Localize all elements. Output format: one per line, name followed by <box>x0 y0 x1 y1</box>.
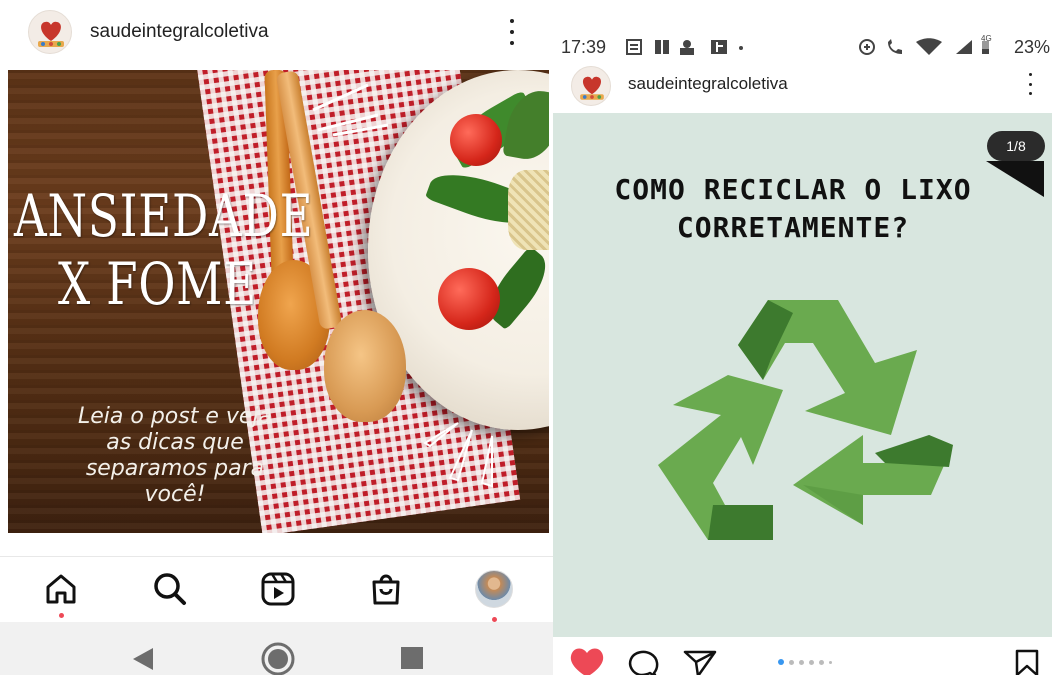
pager-dot-active <box>778 659 784 665</box>
home-notification-dot <box>59 613 64 618</box>
comment-icon[interactable] <box>627 649 659 675</box>
caption-line: as dicas que <box>106 430 244 455</box>
account-avatar[interactable] <box>28 10 72 54</box>
shop-icon <box>372 574 400 605</box>
post-title-line2: X FOME <box>58 250 258 318</box>
carousel-pager <box>778 659 832 665</box>
decorative-triangles <box>423 422 493 488</box>
bookmark-icon[interactable] <box>1014 649 1040 675</box>
home-circle-icon[interactable] <box>261 642 295 675</box>
post-title-line2: CORRETAMENTE? <box>676 211 910 244</box>
reels-icon <box>261 572 295 606</box>
account-avatar[interactable] <box>571 66 611 106</box>
carousel-counter-badge: 1/8 <box>987 131 1045 161</box>
back-icon[interactable] <box>131 646 155 672</box>
decorative-strokes <box>312 83 389 137</box>
post-actions-bar <box>553 637 1052 675</box>
recycle-icon <box>658 300 953 540</box>
account-username[interactable]: saudeintegralcoletiva <box>628 74 788 94</box>
pager-dot <box>819 659 824 665</box>
caption-line: separamos para <box>85 456 265 481</box>
heart-icon[interactable] <box>569 647 605 675</box>
account-username[interactable]: saudeintegralcoletiva <box>90 21 269 43</box>
post-title-line1: COMO RECICLAR O LIXO <box>614 173 972 206</box>
pager-dot <box>789 659 794 665</box>
post-image-ansiedade[interactable]: ANSIEDADE X FOME Leia o post e veja as d… <box>8 70 549 533</box>
more-options-icon[interactable] <box>1026 73 1034 95</box>
search-tab[interactable] <box>150 569 190 609</box>
tomato <box>438 268 500 330</box>
post-caption: Leia o post e veja as dicas que separamo… <box>44 404 306 508</box>
wooden-spoon-bowl <box>324 310 406 422</box>
home-icon <box>46 574 76 604</box>
screenshot-collage: saudeintegralcoletiva ANSIEDADE X FOME L… <box>0 0 1052 675</box>
search-icon <box>154 573 186 605</box>
bottom-navigation <box>0 556 553 622</box>
post-image-reciclar[interactable]: 1/8 COMO RECICLAR O LIXO CORRETAMENTE? <box>553 113 1052 637</box>
notification-icons <box>626 39 743 55</box>
post-title: COMO RECICLAR O LIXO CORRETAMENTE? <box>553 171 1033 247</box>
home-tab[interactable] <box>41 569 81 609</box>
left-phone-screen: saudeintegralcoletiva ANSIEDADE X FOME L… <box>0 0 553 675</box>
status-bar: 17:39 4G 23% <box>553 30 1052 60</box>
post-header: saudeintegralcoletiva <box>0 0 553 66</box>
more-options-icon[interactable] <box>508 19 516 45</box>
pager-dot <box>799 659 804 665</box>
status-time: 17:39 <box>561 37 607 57</box>
profile-tab[interactable] <box>474 569 514 609</box>
pager-dot <box>829 660 832 664</box>
share-icon[interactable] <box>683 649 717 675</box>
network-type-label: 4G <box>981 34 992 43</box>
recents-icon[interactable] <box>400 646 424 670</box>
profile-avatar <box>475 570 513 608</box>
post-header: saudeintegralcoletiva <box>553 60 1052 112</box>
android-system-nav <box>0 622 553 675</box>
right-phone-screen: 17:39 4G 23% saudeintegralcoletiva 1/8 C… <box>553 0 1052 675</box>
pager-dot <box>809 659 814 665</box>
caption-line: você! <box>144 482 206 507</box>
tomato <box>450 114 502 166</box>
reels-tab[interactable] <box>258 569 298 609</box>
system-status-icons <box>859 38 989 55</box>
post-title-line1: ANSIEDADE <box>14 182 314 250</box>
pasta <box>508 170 549 250</box>
shop-tab[interactable] <box>366 569 406 609</box>
caption-line: Leia o post e veja <box>77 404 272 429</box>
battery-level: 23% <box>1013 37 1050 57</box>
